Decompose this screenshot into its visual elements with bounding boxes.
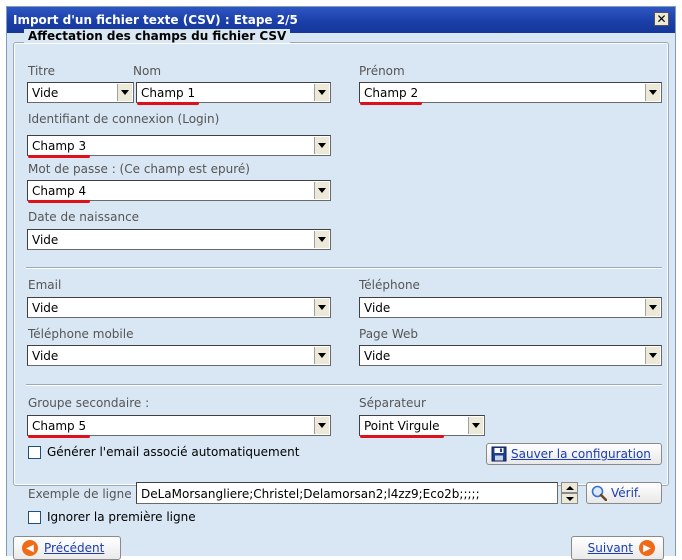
telephone-select[interactable]: Vide (359, 297, 662, 318)
nom-select[interactable]: Champ 1 (136, 82, 331, 105)
chevron-down-icon[interactable] (314, 137, 329, 154)
login-label: Identifiant de connexion (Login) (28, 112, 220, 126)
password-value: Champ 4 (27, 184, 91, 203)
separateur-label: Séparateur (359, 396, 426, 410)
login-select[interactable]: Champ 3 (27, 135, 331, 158)
groupe-value: Champ 5 (27, 419, 91, 438)
example-stepper[interactable] (561, 482, 578, 504)
ignore-first-line-checkbox[interactable] (28, 511, 41, 524)
next-label: Suivant (587, 541, 633, 555)
window-title: Import d'un fichier texte (CSV) : Etape … (13, 13, 298, 27)
separateur-value: Point Virgule (360, 419, 444, 438)
birthdate-label: Date de naissance (28, 210, 140, 224)
save-icon (491, 446, 507, 462)
verify-label: Vérif. (611, 486, 642, 500)
pageweb-select[interactable]: Vide (359, 345, 662, 366)
separateur-select[interactable]: Point Virgule (359, 415, 485, 438)
prenom-value: Champ 2 (359, 86, 423, 105)
password-label: Mot de passe : (Ce champ est epuré) (28, 162, 250, 176)
generate-email-label[interactable]: Générer l'email associé automatiquement (47, 445, 299, 459)
nom-label: Nom (133, 64, 162, 78)
chevron-down-icon[interactable] (314, 84, 329, 101)
titre-select[interactable]: Vide (27, 82, 134, 103)
prenom-label: Prénom (359, 64, 405, 78)
nom-value: Champ 1 (136, 86, 200, 105)
pageweb-value: Vide (364, 349, 391, 363)
chevron-down-icon[interactable] (314, 299, 329, 316)
chevron-down-icon[interactable] (117, 84, 132, 101)
chevron-down-icon[interactable] (645, 347, 660, 364)
arrow-right-icon: ▶ (639, 540, 655, 556)
email-select[interactable]: Vide (27, 297, 331, 318)
birthdate-select[interactable]: Vide (27, 229, 331, 250)
chevron-down-icon[interactable] (645, 299, 660, 316)
telephone-value: Vide (364, 301, 391, 315)
next-button[interactable]: Suivant ▶ (571, 536, 664, 560)
email-label: Email (28, 278, 62, 292)
previous-label: Précédent (44, 541, 105, 555)
prenom-select[interactable]: Champ 2 (359, 82, 662, 105)
magnifier-icon (591, 485, 608, 502)
separator (26, 384, 662, 386)
mobile-select[interactable]: Vide (27, 345, 331, 366)
titre-label: Titre (28, 64, 56, 78)
ignore-first-line-label[interactable]: Ignorer la première ligne (47, 510, 196, 524)
chevron-down-icon[interactable] (561, 493, 578, 504)
titre-value: Vide (32, 86, 59, 100)
save-config-label: Sauver la configuration (511, 447, 651, 461)
mobile-label: Téléphone mobile (28, 327, 134, 341)
birthdate-value: Vide (32, 233, 59, 247)
arrow-left-icon: ◀ (22, 540, 38, 556)
email-value: Vide (32, 301, 59, 315)
generate-email-checkbox[interactable] (28, 446, 41, 459)
save-config-button[interactable]: Sauver la configuration (486, 443, 662, 465)
example-label: Exemple de ligne : (28, 487, 140, 501)
separator (26, 267, 662, 269)
chevron-down-icon[interactable] (314, 417, 329, 434)
example-line-value: DeLaMorsangliere;Christel;Delamorsan2;l4… (141, 487, 480, 501)
example-line-field[interactable]: DeLaMorsangliere;Christel;Delamorsan2;l4… (136, 482, 558, 504)
password-select[interactable]: Champ 4 (27, 180, 331, 203)
groupe-select[interactable]: Champ 5 (27, 415, 331, 438)
previous-button[interactable]: ◀ Précédent (13, 536, 121, 560)
chevron-down-icon[interactable] (645, 84, 660, 101)
close-button[interactable]: ✕ (654, 12, 669, 26)
login-value: Champ 3 (27, 139, 91, 158)
verify-button[interactable]: Vérif. (586, 482, 662, 504)
chevron-down-icon[interactable] (468, 417, 483, 434)
chevron-down-icon[interactable] (314, 182, 329, 199)
groupe-label: Groupe secondaire : (28, 396, 150, 410)
group-legend: Affectation des champs du fichier CSV (24, 29, 291, 43)
chevron-up-icon[interactable] (561, 482, 578, 493)
chevron-down-icon[interactable] (314, 231, 329, 248)
chevron-down-icon[interactable] (314, 347, 329, 364)
pageweb-label: Page Web (359, 327, 419, 341)
telephone-label: Téléphone (359, 278, 420, 292)
mobile-value: Vide (32, 349, 59, 363)
